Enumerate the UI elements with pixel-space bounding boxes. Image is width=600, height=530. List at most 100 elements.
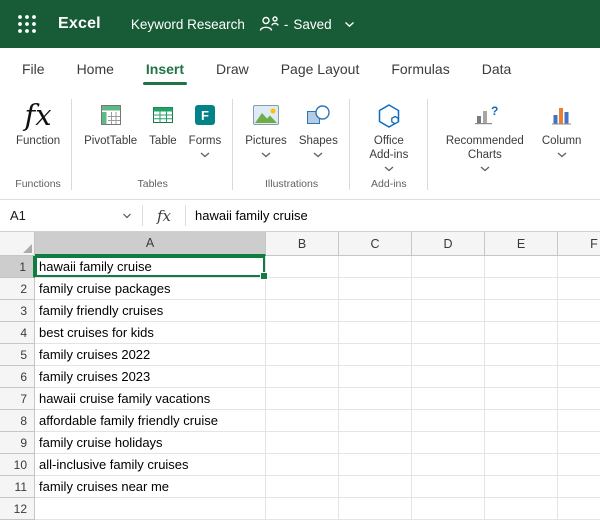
row-header-2[interactable]: 2	[0, 278, 35, 300]
select-all-button[interactable]	[0, 232, 35, 256]
cell-C8[interactable]	[339, 410, 412, 432]
tab-page-layout[interactable]: Page Layout	[281, 48, 360, 90]
cell-B5[interactable]	[266, 344, 339, 366]
saved-menu-button[interactable]	[344, 21, 355, 28]
name-box[interactable]: A1	[0, 200, 142, 231]
tab-draw[interactable]: Draw	[216, 48, 249, 90]
cell-A7[interactable]: hawaii cruise family vacations	[35, 388, 266, 410]
column-header-B[interactable]: B	[266, 232, 339, 256]
column-header-F[interactable]: F	[558, 232, 600, 256]
cell-B9[interactable]	[266, 432, 339, 454]
shapes-button[interactable]: Shapes	[294, 90, 343, 158]
app-launcher-button[interactable]	[14, 11, 40, 37]
cell-C9[interactable]	[339, 432, 412, 454]
cell-B3[interactable]	[266, 300, 339, 322]
row-header-9[interactable]: 9	[0, 432, 35, 454]
table-button[interactable]: Table	[144, 90, 182, 149]
tab-data[interactable]: Data	[482, 48, 512, 90]
row-header-12[interactable]: 12	[0, 498, 35, 520]
cell-E8[interactable]	[485, 410, 558, 432]
tab-formulas[interactable]: Formulas	[391, 48, 449, 90]
cell-B2[interactable]	[266, 278, 339, 300]
cell-A2[interactable]: family cruise packages	[35, 278, 266, 300]
cell-A10[interactable]: all-inclusive family cruises	[35, 454, 266, 476]
cell-F1[interactable]	[558, 256, 600, 278]
cell-F5[interactable]	[558, 344, 600, 366]
cell-D6[interactable]	[412, 366, 485, 388]
cell-E6[interactable]	[485, 366, 558, 388]
cell-C5[interactable]	[339, 344, 412, 366]
cell-F11[interactable]	[558, 476, 600, 498]
tab-file[interactable]: File	[22, 48, 45, 90]
cell-E10[interactable]	[485, 454, 558, 476]
office-addins-button[interactable]: Office Add-ins	[357, 90, 421, 172]
cell-B11[interactable]	[266, 476, 339, 498]
cell-A1[interactable]: hawaii family cruise	[35, 256, 268, 280]
cell-B1[interactable]	[266, 256, 339, 278]
cell-B12[interactable]	[266, 498, 339, 520]
cell-B4[interactable]	[266, 322, 339, 344]
chevron-down-icon[interactable]	[122, 213, 132, 219]
cell-E3[interactable]	[485, 300, 558, 322]
cell-E5[interactable]	[485, 344, 558, 366]
cell-F6[interactable]	[558, 366, 600, 388]
cell-C3[interactable]	[339, 300, 412, 322]
cell-D2[interactable]	[412, 278, 485, 300]
cell-B6[interactable]	[266, 366, 339, 388]
cell-F8[interactable]	[558, 410, 600, 432]
row-header-1[interactable]: 1	[0, 256, 35, 278]
cell-C12[interactable]	[339, 498, 412, 520]
pictures-button[interactable]: Pictures	[240, 90, 292, 158]
cell-B10[interactable]	[266, 454, 339, 476]
cell-D1[interactable]	[412, 256, 485, 278]
cell-A5[interactable]: family cruises 2022	[35, 344, 266, 366]
column-chart-button[interactable]: Column	[537, 90, 587, 158]
cell-A6[interactable]: family cruises 2023	[35, 366, 266, 388]
cell-D8[interactable]	[412, 410, 485, 432]
row-header-5[interactable]: 5	[0, 344, 35, 366]
cell-D5[interactable]	[412, 344, 485, 366]
cell-F12[interactable]	[558, 498, 600, 520]
cell-C1[interactable]	[339, 256, 412, 278]
row-header-11[interactable]: 11	[0, 476, 35, 498]
cell-F3[interactable]	[558, 300, 600, 322]
column-header-E[interactable]: E	[485, 232, 558, 256]
tab-insert[interactable]: Insert	[142, 48, 188, 90]
cell-E9[interactable]	[485, 432, 558, 454]
pivottable-button[interactable]: PivotTable	[79, 90, 142, 149]
people-icon[interactable]	[259, 15, 280, 33]
cell-E1[interactable]	[485, 256, 558, 278]
cell-B7[interactable]	[266, 388, 339, 410]
cell-E7[interactable]	[485, 388, 558, 410]
tab-home[interactable]: Home	[77, 48, 114, 90]
column-header-A[interactable]: A	[35, 232, 266, 256]
cell-D12[interactable]	[412, 498, 485, 520]
recommended-charts-button[interactable]: ? Recommended Charts	[435, 90, 535, 172]
forms-button[interactable]: F Forms	[184, 90, 227, 158]
cell-E4[interactable]	[485, 322, 558, 344]
cell-B8[interactable]	[266, 410, 339, 432]
cell-A12[interactable]	[35, 498, 266, 520]
cell-D9[interactable]	[412, 432, 485, 454]
cell-C4[interactable]	[339, 322, 412, 344]
cell-E2[interactable]	[485, 278, 558, 300]
row-header-6[interactable]: 6	[0, 366, 35, 388]
cell-C7[interactable]	[339, 388, 412, 410]
formula-input[interactable]: hawaii family cruise	[186, 200, 600, 231]
cell-F7[interactable]	[558, 388, 600, 410]
cell-D10[interactable]	[412, 454, 485, 476]
cell-A9[interactable]: family cruise holidays	[35, 432, 266, 454]
row-header-7[interactable]: 7	[0, 388, 35, 410]
column-header-C[interactable]: C	[339, 232, 412, 256]
cell-E11[interactable]	[485, 476, 558, 498]
function-button[interactable]: fx Function	[11, 90, 65, 149]
app-name[interactable]: Excel	[58, 15, 101, 33]
cell-A4[interactable]: best cruises for kids	[35, 322, 266, 344]
column-header-D[interactable]: D	[412, 232, 485, 256]
cell-F4[interactable]	[558, 322, 600, 344]
cell-D7[interactable]	[412, 388, 485, 410]
row-header-4[interactable]: 4	[0, 322, 35, 344]
cell-C2[interactable]	[339, 278, 412, 300]
row-header-3[interactable]: 3	[0, 300, 35, 322]
insert-function-button[interactable]: fx	[143, 200, 185, 231]
